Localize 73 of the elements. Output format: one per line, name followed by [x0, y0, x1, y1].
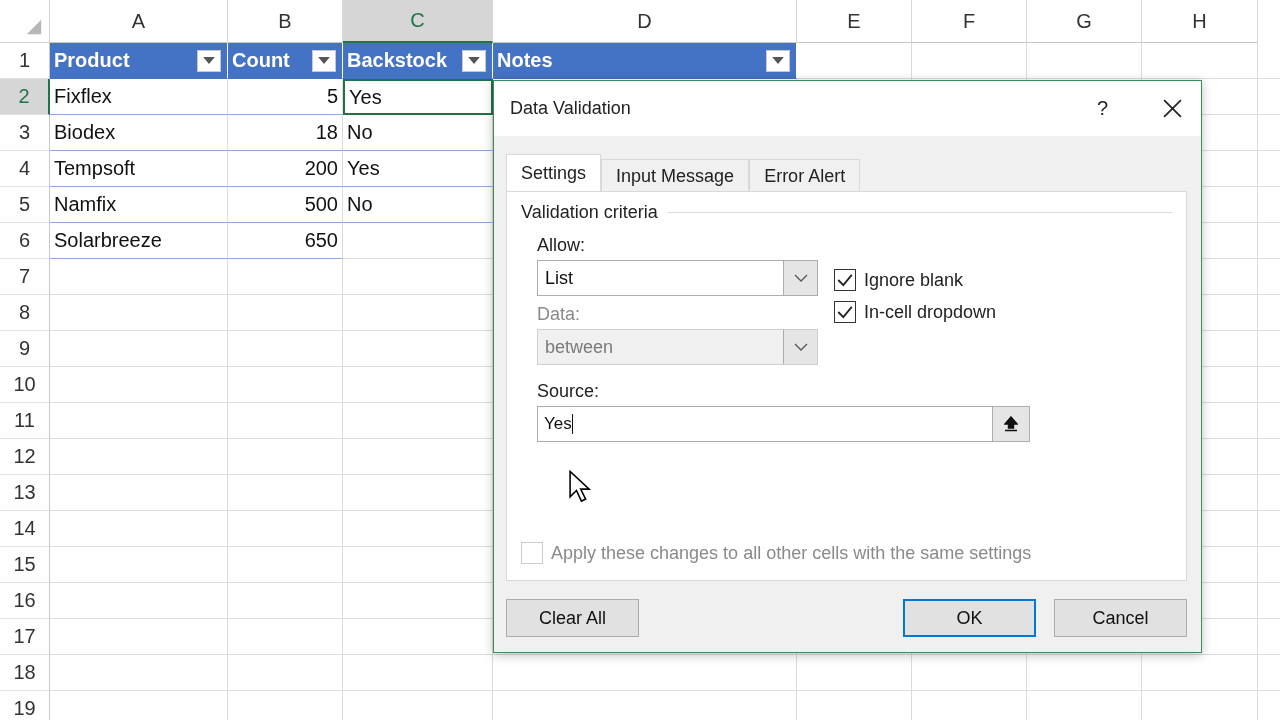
- dialog-title: Data Validation: [510, 98, 632, 119]
- row-header[interactable]: 13: [0, 475, 50, 511]
- filter-button[interactable]: [462, 49, 486, 72]
- dialog-button[interactable]: Cancel: [1054, 599, 1187, 637]
- row-header[interactable]: 10: [0, 367, 50, 403]
- column-header[interactable]: B: [228, 0, 343, 43]
- filter-button[interactable]: [312, 49, 336, 72]
- chevron-down-icon: [793, 274, 808, 282]
- caret-icon: [203, 57, 215, 64]
- table-header-cell: Notes: [493, 43, 797, 79]
- dialog-button[interactable]: OK: [903, 599, 1036, 637]
- source-input-field[interactable]: Yes: [537, 406, 992, 442]
- row-header[interactable]: 9: [0, 331, 50, 367]
- column-header[interactable]: E: [797, 0, 912, 43]
- section-heading: Validation criteria: [521, 202, 658, 223]
- row-header[interactable]: 3: [0, 115, 50, 151]
- checkbox-label: In-cell dropdown: [864, 301, 997, 323]
- column-header[interactable]: C: [343, 0, 493, 43]
- collapse-dialog-button[interactable]: [992, 406, 1030, 442]
- dialog-tab[interactable]: Settings: [506, 154, 602, 191]
- table-cell: Tempsoft: [50, 151, 228, 187]
- field-label: Data:: [537, 304, 582, 325]
- row-header[interactable]: 15: [0, 547, 50, 583]
- caret-icon: [772, 57, 784, 64]
- filter-button[interactable]: [766, 49, 790, 72]
- table-header-cell: Count: [228, 43, 343, 79]
- column-header[interactable]: D: [493, 0, 797, 43]
- table-header-cell: Product: [50, 43, 228, 79]
- arrow-up-icon: [1004, 416, 1018, 432]
- help-button[interactable]: ?: [1092, 97, 1112, 120]
- row-header[interactable]: 6: [0, 223, 50, 259]
- dialog-button[interactable]: Clear All: [506, 599, 639, 637]
- table-cell: 5: [228, 79, 343, 115]
- field-label: Allow:: [537, 235, 586, 256]
- dialog-tab[interactable]: Input Message: [601, 159, 750, 191]
- row-header[interactable]: 14: [0, 511, 50, 547]
- column-header[interactable]: G: [1027, 0, 1142, 43]
- table-cell: Fixflex: [50, 79, 228, 115]
- row-header[interactable]: 17: [0, 619, 50, 655]
- chevron-down-icon: [793, 343, 808, 351]
- table-cell: Yes: [343, 79, 493, 115]
- column-header[interactable]: F: [912, 0, 1027, 43]
- table-cell: Namfix: [50, 187, 228, 223]
- row-header[interactable]: 11: [0, 403, 50, 439]
- checkbox[interactable]: [834, 301, 856, 323]
- table-cell: Solarbreeze: [50, 223, 228, 259]
- table-cell: Biodex: [50, 115, 228, 151]
- checkbox-label: Apply these changes to all other cells with the same settings: [551, 542, 1032, 564]
- checkbox[interactable]: [834, 269, 856, 291]
- row-header[interactable]: 5: [0, 187, 50, 223]
- row-header[interactable]: 1: [0, 43, 50, 79]
- row-header[interactable]: 18: [0, 655, 50, 691]
- column-header[interactable]: A: [50, 0, 228, 43]
- column-header[interactable]: H: [1142, 0, 1258, 43]
- checkbox-label: Ignore blank: [864, 269, 964, 291]
- row-header[interactable]: 2: [0, 79, 50, 115]
- row-header[interactable]: 16: [0, 583, 50, 619]
- row-header[interactable]: 12: [0, 439, 50, 475]
- dialog-tab[interactable]: Error Alert: [749, 159, 861, 191]
- row-header[interactable]: 8: [0, 295, 50, 331]
- table-cell: 500: [228, 187, 343, 223]
- table-cell: 650: [228, 223, 343, 259]
- table-header-cell: Backstock: [343, 43, 493, 79]
- field-label: Source:: [536, 381, 601, 402]
- dropdown-field[interactable]: List: [537, 260, 818, 296]
- caret-icon: [468, 57, 480, 64]
- table-cell: 200: [228, 151, 343, 187]
- row-header[interactable]: 4: [0, 151, 50, 187]
- mouse-pointer-icon: [568, 470, 592, 504]
- row-header[interactable]: 7: [0, 259, 50, 295]
- caret-icon: [318, 57, 330, 64]
- table-cell: 18: [228, 115, 343, 151]
- filter-button[interactable]: [197, 49, 221, 72]
